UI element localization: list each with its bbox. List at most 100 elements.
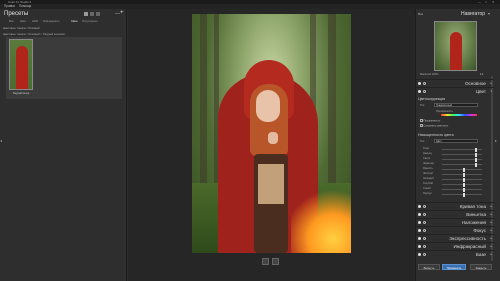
toggle-vignette-icon[interactable]	[418, 213, 421, 216]
chevron-right-icon[interactable]: ▸	[490, 236, 492, 240]
section-vignette-label: Виньетка	[466, 212, 486, 217]
chevron-right-icon[interactable]: ▸	[490, 252, 492, 256]
preserve-brightness-checkbox[interactable]: Сохранить светлоты	[420, 124, 448, 128]
slider-knob[interactable]	[475, 157, 477, 162]
toggle-infrared-icon[interactable]	[418, 245, 421, 248]
collapse-left-icon[interactable]: ◂	[0, 138, 2, 143]
chevron-down-icon[interactable]: ▾	[490, 89, 492, 93]
slider-knob[interactable]	[463, 192, 465, 197]
section-basic-label: Основное	[464, 81, 486, 86]
slider-label: Желтый	[423, 172, 433, 175]
slider-track[interactable]	[442, 179, 482, 180]
reset-expressiveness-icon[interactable]	[423, 237, 426, 240]
toggle-overlay-icon[interactable]	[418, 221, 421, 224]
tab-popular[interactable]: Популярное	[82, 19, 98, 23]
grid-view-icon[interactable]	[84, 12, 88, 16]
section-expressiveness[interactable]: Экспрессивность ▸	[416, 234, 494, 242]
reset-focus-icon[interactable]	[423, 229, 426, 232]
slider-label: Тона	[423, 147, 429, 150]
tab-hdr[interactable]: HDR	[32, 19, 38, 23]
section-color[interactable]: Цвет ▾	[416, 87, 494, 95]
keep-color-label: Прозрачность	[423, 119, 441, 123]
tab-color[interactable]: Цвет	[20, 19, 26, 23]
slider-knob[interactable]	[475, 152, 477, 157]
section-overlay[interactable]: Наложения ▸	[416, 218, 494, 226]
navigator-all-button[interactable]: Все	[418, 12, 423, 16]
colorfy-heading: Цветокоррекция	[418, 97, 446, 101]
chevron-down-icon[interactable]: ▸	[490, 81, 492, 85]
sat-type-select[interactable]: Цвет	[434, 139, 478, 143]
slider-track[interactable]	[442, 169, 482, 170]
tab-all[interactable]: Все	[9, 19, 14, 23]
section-infrared[interactable]: Инфракрасный ▸	[416, 242, 494, 250]
breadcrumb-sub[interactable]: Цветовые тоника > Розовый > Хмурый контр…	[3, 32, 65, 36]
section-base[interactable]: Базе ▸	[416, 250, 494, 258]
slider-knob[interactable]	[463, 177, 465, 182]
slider-track[interactable]	[442, 174, 482, 175]
slider-label: Яркость	[423, 167, 433, 170]
slider-track[interactable]	[442, 184, 482, 185]
compare-icon[interactable]	[262, 258, 269, 265]
keep-color-checkbox[interactable]: Прозрачность	[420, 119, 440, 123]
slider-knob[interactable]	[463, 172, 465, 177]
reset-tone-icon[interactable]	[423, 205, 426, 208]
section-tone-curve[interactable]: Кривая тона ▸	[416, 202, 494, 210]
color-gradient-bar[interactable]	[441, 114, 477, 116]
list-view-icon[interactable]	[90, 12, 94, 16]
navigator-thumbnail[interactable]	[434, 21, 477, 71]
color-type-select[interactable]: Градиентный	[434, 103, 478, 107]
sat-type-label: Тип	[420, 140, 425, 143]
slider-knob[interactable]	[463, 182, 465, 187]
reset-color-icon[interactable]	[423, 90, 426, 93]
tab-infrared[interactable]: Инфракрасн.	[43, 19, 60, 23]
zoom-value[interactable]: 1:1	[480, 73, 484, 76]
reset-vignette-icon[interactable]	[423, 213, 426, 216]
revert-button[interactable]: Вернуть	[418, 264, 440, 270]
slider-knob[interactable]	[475, 162, 477, 167]
slider-track[interactable]	[442, 189, 482, 190]
slider-track[interactable]	[442, 194, 482, 195]
slider-knob[interactable]	[475, 147, 477, 152]
menu-help[interactable]: Помощь	[19, 4, 31, 8]
tab-custom[interactable]: Свои	[71, 19, 78, 23]
reset-base-icon[interactable]	[423, 253, 426, 256]
toggle-basic-icon[interactable]	[418, 82, 421, 85]
toggle-tone-icon[interactable]	[418, 205, 421, 208]
slider-label: Синий	[423, 187, 431, 190]
colorfy-amount-label: Прозрачность	[436, 110, 453, 113]
section-base-label: Базе	[475, 252, 486, 257]
slider-label: Ждвечер	[423, 162, 434, 165]
chevron-right-icon[interactable]: ▸	[490, 244, 492, 248]
photo-preview[interactable]	[192, 14, 351, 253]
section-expressiveness-label: Экспрессивность	[449, 236, 486, 241]
zoom-label: Масштаб 100%	[420, 73, 439, 76]
slider-knob[interactable]	[463, 167, 465, 172]
navigator-close-icon[interactable]: ▾	[488, 11, 490, 16]
section-basic[interactable]: Основное ▸	[416, 79, 494, 87]
toggle-color-icon[interactable]	[418, 90, 421, 93]
chevron-right-icon[interactable]: ▸	[490, 228, 492, 232]
slider-label: Зеленый	[423, 177, 434, 180]
reset-basic-icon[interactable]	[423, 82, 426, 85]
toggle-base-icon[interactable]	[418, 253, 421, 256]
large-view-icon[interactable]	[96, 12, 100, 16]
section-vignette[interactable]: Виньетка ▸	[416, 210, 494, 218]
collapse-right-icon[interactable]: ▸	[495, 138, 497, 143]
menu-edit[interactable]: Правка	[4, 4, 15, 8]
preset-thumbnail[interactable]	[9, 39, 33, 90]
close-panel-button[interactable]: Закрыть	[470, 264, 492, 270]
split-view-icon[interactable]	[272, 258, 279, 265]
chevron-right-icon[interactable]: ▸	[490, 204, 492, 208]
toggle-expressiveness-icon[interactable]	[418, 237, 421, 240]
reset-overlay-icon[interactable]	[423, 221, 426, 224]
section-focus[interactable]: Фокус ▸	[416, 226, 494, 234]
reset-infrared-icon[interactable]	[423, 245, 426, 248]
slider-row[interactable]: Пурпур	[420, 192, 488, 197]
chevron-right-icon[interactable]: ▸	[490, 220, 492, 224]
apply-button[interactable]: Применить	[442, 264, 466, 270]
toggle-focus-icon[interactable]	[418, 229, 421, 232]
add-preset-button[interactable]: +	[120, 10, 124, 16]
chevron-right-icon[interactable]: ▸	[490, 212, 492, 216]
breadcrumb[interactable]: Цветовые тоника > Розовый	[3, 26, 40, 30]
slider-knob[interactable]	[463, 187, 465, 192]
